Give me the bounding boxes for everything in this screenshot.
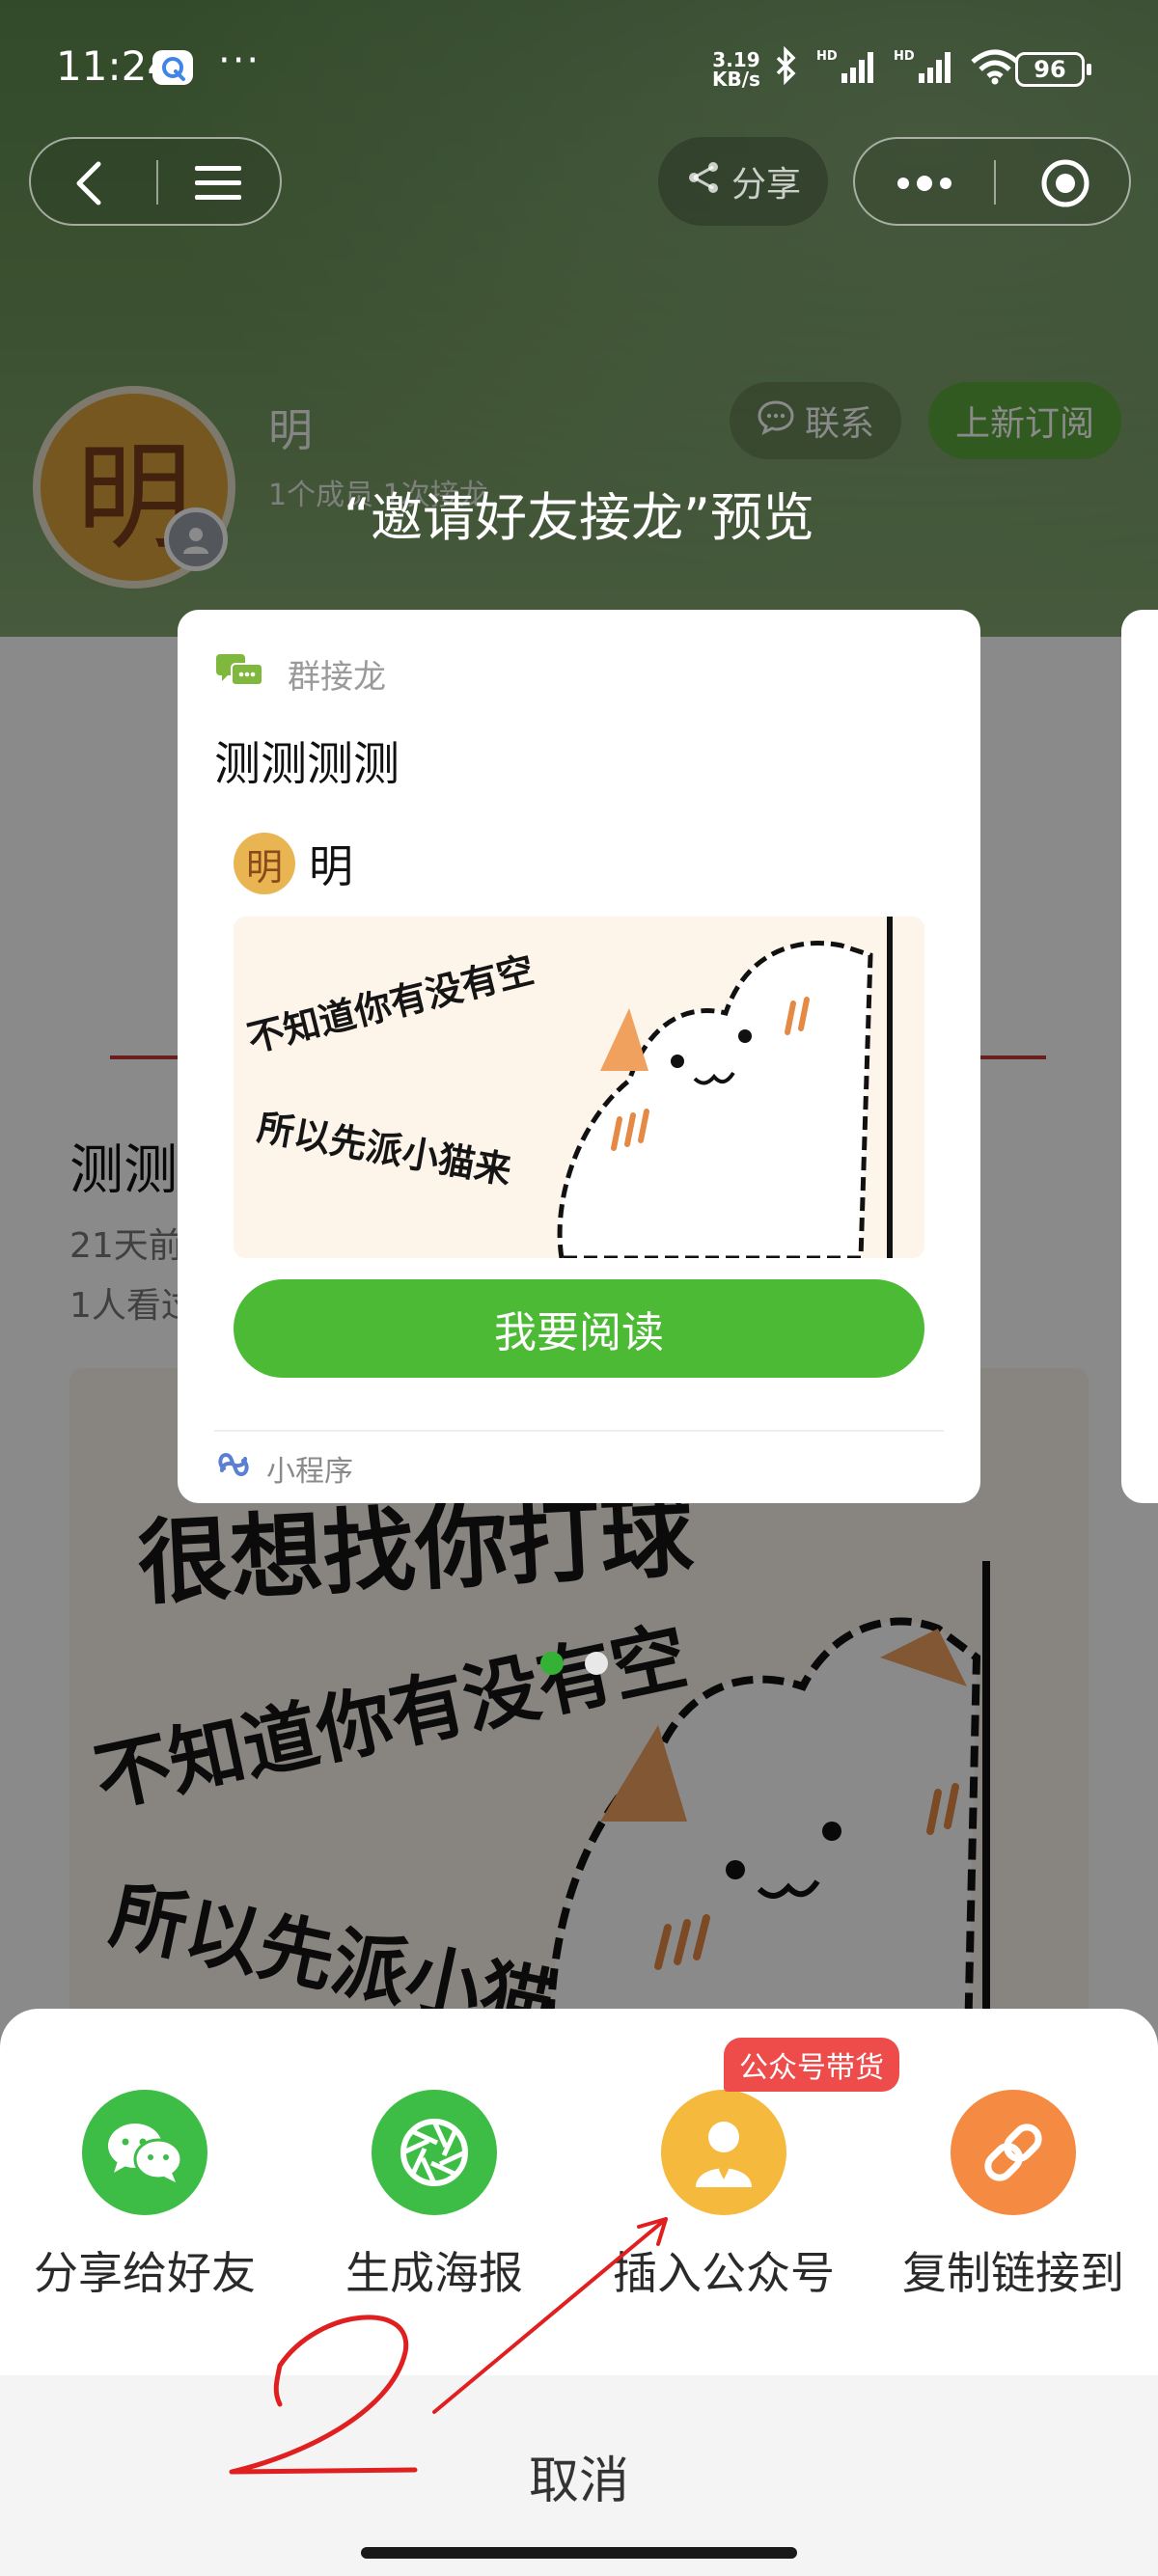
status-more-dots: ··· bbox=[218, 39, 262, 83]
page-indicator bbox=[540, 1652, 608, 1675]
preview-source: 群接龙 bbox=[214, 650, 386, 698]
copy-link-label: 复制链接到 bbox=[902, 2247, 1124, 2299]
share-icon bbox=[685, 159, 722, 205]
share-to-friend-button[interactable]: 分享给好友 bbox=[0, 2090, 290, 2302]
notification-app-icon bbox=[152, 50, 193, 85]
capsule-divider bbox=[994, 160, 996, 205]
generate-poster-button[interactable]: 生成海报 bbox=[290, 2090, 579, 2302]
mini-program-icon bbox=[214, 1445, 253, 1492]
signal-hd-icon-2: HD bbox=[892, 46, 955, 89]
page-dot-2[interactable] bbox=[585, 1652, 608, 1675]
read-button[interactable]: 我要阅读 bbox=[234, 1279, 924, 1378]
menu-icon[interactable] bbox=[193, 162, 243, 208]
wifi-icon bbox=[969, 46, 1021, 89]
back-icon[interactable] bbox=[71, 160, 106, 210]
share-sheet: 分享给好友 生成海报 插入公众号 复制链接到 公众号带货 取消 bbox=[0, 2009, 1158, 2576]
copy-link-button[interactable]: 复制链接到 bbox=[868, 2090, 1158, 2302]
preview-author: 明 明 bbox=[234, 832, 353, 895]
preview-meme-text-2: 所以先派小猫来 bbox=[254, 1106, 515, 1192]
group-chat-icon bbox=[214, 650, 264, 698]
preview-heading: “邀请好友接龙”预览 bbox=[344, 487, 814, 548]
network-speed-value: 3.19 bbox=[712, 48, 760, 71]
status-icons: HD HD bbox=[772, 45, 1021, 89]
bluetooth-icon bbox=[772, 45, 801, 89]
preview-divider bbox=[214, 1430, 944, 1432]
status-bar: 11:24 ··· 3.19 KB/s HD HD 96 bbox=[0, 0, 1158, 135]
preview-cat-illustration bbox=[557, 917, 893, 1258]
close-miniprogram-icon[interactable] bbox=[1040, 158, 1090, 212]
nav-right-capsule bbox=[853, 137, 1131, 226]
author-name: 明 bbox=[309, 840, 353, 892]
nav-left-capsule bbox=[29, 137, 282, 226]
preview-title: 测测测测 bbox=[214, 737, 400, 791]
home-indicator[interactable] bbox=[361, 2547, 797, 2559]
signal-hd-icon-1: HD bbox=[814, 46, 878, 89]
official-account-icon bbox=[661, 2090, 786, 2215]
author-avatar: 明 bbox=[234, 833, 295, 894]
mini-program-label: 小程序 bbox=[266, 1455, 353, 1489]
cancel-button[interactable]: 取消 bbox=[0, 2375, 1158, 2576]
capsule-divider bbox=[156, 160, 158, 205]
preview-image: 不知道你有没有空 所以先派小猫来 bbox=[234, 917, 924, 1258]
preview-source-label: 群接龙 bbox=[288, 658, 386, 697]
share-button[interactable]: 分享 bbox=[658, 137, 828, 226]
share-preview-card[interactable]: 群接龙 测测测测 明 明 不知道你有没有空 所以先派小猫来 我要阅读 小程序 bbox=[178, 610, 980, 1503]
network-speed-unit: KB/s bbox=[712, 68, 760, 91]
wechat-icon bbox=[82, 2090, 207, 2215]
insert-official-account-label: 插入公众号 bbox=[613, 2247, 835, 2299]
share-actions: 分享给好友 生成海报 插入公众号 复制链接到 公众号带货 bbox=[0, 2038, 1158, 2379]
preview-footer: 小程序 bbox=[214, 1445, 353, 1492]
svg-text:HD: HD bbox=[894, 49, 915, 64]
share-to-friend-label: 分享给好友 bbox=[34, 2247, 256, 2299]
insert-official-account-button[interactable]: 插入公众号 bbox=[579, 2090, 868, 2302]
network-speed: 3.19 KB/s bbox=[712, 50, 760, 89]
aperture-icon bbox=[372, 2090, 497, 2215]
official-account-promo-badge: 公众号带货 bbox=[724, 2038, 899, 2092]
battery-indicator: 96 bbox=[1015, 52, 1091, 87]
link-icon bbox=[951, 2090, 1076, 2215]
page-dot-1[interactable] bbox=[540, 1652, 564, 1675]
share-label: 分享 bbox=[731, 165, 801, 205]
next-preview-card[interactable] bbox=[1121, 610, 1158, 1503]
more-options-icon[interactable] bbox=[894, 164, 955, 206]
generate-poster-label: 生成海报 bbox=[345, 2247, 523, 2299]
preview-meme-text-1: 不知道你有没有空 bbox=[243, 947, 538, 1061]
svg-text:HD: HD bbox=[816, 49, 838, 64]
